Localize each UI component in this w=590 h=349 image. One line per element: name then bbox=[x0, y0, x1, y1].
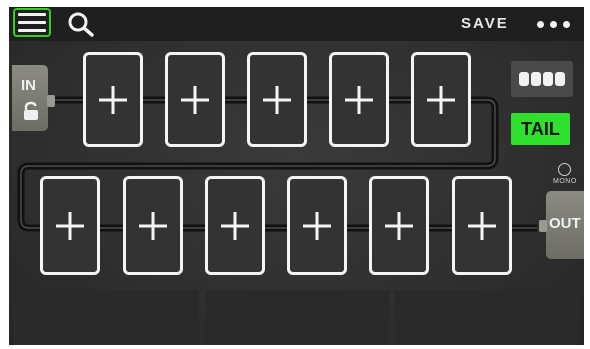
input-block[interactable] bbox=[12, 65, 48, 131]
fx-slot-row1-3[interactable] bbox=[247, 52, 307, 147]
bottom-panel-middle[interactable] bbox=[205, 290, 389, 345]
fx-slot-row2-4[interactable] bbox=[287, 176, 347, 275]
bottom-panel-area bbox=[9, 290, 584, 345]
plus-icon bbox=[139, 211, 167, 240]
lock-icon[interactable] bbox=[22, 101, 40, 121]
pedalboard-screen: SAVE IN OUT TAIL MONO bbox=[9, 7, 584, 345]
fx-slot-row2-6[interactable] bbox=[452, 176, 512, 275]
mono-label: MONO bbox=[553, 178, 577, 185]
plus-icon bbox=[221, 211, 249, 240]
plus-icon bbox=[181, 85, 209, 114]
dsp-segments-icon[interactable] bbox=[511, 61, 573, 97]
bottom-panel-right[interactable] bbox=[395, 290, 580, 345]
bottom-panel-left[interactable] bbox=[13, 290, 199, 345]
fx-slot-row1-4[interactable] bbox=[329, 52, 389, 147]
plus-icon bbox=[303, 211, 331, 240]
fx-slot-row1-2[interactable] bbox=[165, 52, 225, 147]
plus-icon bbox=[56, 211, 84, 240]
tail-button[interactable]: TAIL bbox=[511, 113, 570, 145]
plus-icon bbox=[99, 85, 127, 114]
plus-icon bbox=[427, 85, 455, 114]
fx-slot-row2-2[interactable] bbox=[123, 176, 183, 275]
fx-slot-row2-5[interactable] bbox=[369, 176, 429, 275]
fx-slot-row2-3[interactable] bbox=[205, 176, 265, 275]
fx-slot-row1-1[interactable] bbox=[83, 52, 143, 147]
fx-slot-row1-5[interactable] bbox=[411, 52, 471, 147]
fx-slot-row2-1[interactable] bbox=[40, 176, 100, 275]
input-label: IN bbox=[21, 77, 36, 94]
plus-icon bbox=[263, 85, 291, 114]
plus-icon bbox=[468, 211, 496, 240]
plus-icon bbox=[385, 211, 413, 240]
input-connector bbox=[47, 95, 55, 107]
plus-icon bbox=[345, 85, 373, 114]
mono-toggle[interactable] bbox=[558, 163, 571, 176]
output-label: OUT bbox=[549, 215, 581, 232]
output-connector bbox=[539, 220, 547, 232]
